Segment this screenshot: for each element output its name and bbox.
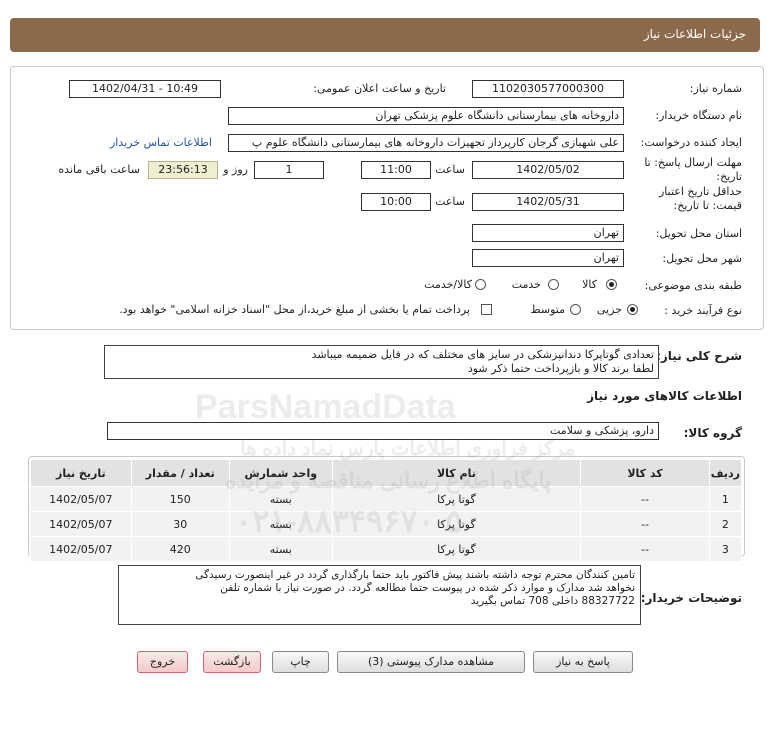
cell-name: گوتا پرکا bbox=[331, 486, 582, 512]
deadline-date-field[interactable]: 1402/05/02 bbox=[472, 161, 624, 179]
table-row[interactable]: 3 -- گوتا پرکا بسته 420 1402/05/07 bbox=[30, 536, 743, 562]
cell-qty: 30 bbox=[130, 511, 230, 537]
announce-label: تاریخ و ساعت اعلان عمومی: bbox=[313, 82, 446, 95]
city-field[interactable]: تهران bbox=[472, 249, 624, 267]
province-field[interactable]: تهران bbox=[472, 224, 624, 242]
table-row[interactable]: 2 -- گوتا پرکا بسته 30 1402/05/07 bbox=[30, 511, 743, 537]
cell-qty: 150 bbox=[130, 486, 230, 512]
goods-section-title: اطلاعات کالاهای مورد نیاز bbox=[587, 389, 742, 403]
treasury-payment-checkbox[interactable] bbox=[481, 304, 492, 315]
cell-code: -- bbox=[580, 511, 710, 537]
process-radio-minor[interactable] bbox=[627, 304, 638, 315]
buyer-org-label: نام دستگاه خریدار: bbox=[655, 109, 742, 122]
remaining-days-field[interactable]: 1 bbox=[254, 161, 324, 179]
buyer-contact-link[interactable]: اطلاعات تماس خریدار bbox=[110, 136, 212, 149]
process-option-minor: جزیی bbox=[596, 303, 622, 316]
goods-group-field[interactable]: دارو، پزشکی و سلامت bbox=[107, 422, 659, 440]
city-label: شهر محل تحویل: bbox=[662, 252, 742, 265]
col-code: کد کالا bbox=[580, 459, 710, 487]
description-line-2: لطفا برند کالا و بازپرداخت حتما ذکر شود bbox=[467, 362, 654, 375]
col-qty: تعداد / مقدار bbox=[130, 459, 230, 487]
cell-row: 2 bbox=[708, 511, 743, 537]
category-option-goods-service: کالا/خدمت bbox=[424, 278, 472, 291]
table-row[interactable]: 1 -- گوتا پرکا بسته 150 1402/05/07 bbox=[30, 486, 743, 512]
category-option-service: خدمت bbox=[511, 278, 541, 291]
goods-table-header: ردیف کد کالا نام کالا واحد شمارش تعداد /… bbox=[30, 459, 743, 487]
cell-unit: بسته bbox=[228, 486, 333, 512]
cell-row: 1 bbox=[708, 486, 743, 512]
cell-date: 1402/05/07 bbox=[30, 536, 132, 562]
validity-label: حداقل تاریخ اعتبار قیمت: تا تاریخ: bbox=[658, 185, 742, 212]
buyer-notes-line-3: 88327722 داخلی 708 تماس بگیرید bbox=[470, 595, 635, 607]
print-button[interactable]: چاپ bbox=[272, 651, 329, 673]
category-label: طبقه بندی موضوعی: bbox=[644, 279, 742, 292]
back-button[interactable]: بازگشت bbox=[203, 651, 261, 673]
buyer-org-field[interactable]: داروخانه های بیمارستانی دانشگاه علوم پزش… bbox=[228, 107, 624, 125]
cell-name: گوتا پرکا bbox=[331, 536, 582, 562]
reply-button[interactable]: پاسخ به نیاز bbox=[533, 651, 633, 673]
province-label: استان محل تحویل: bbox=[655, 227, 742, 240]
need-number-label: شماره نیاز: bbox=[689, 82, 742, 95]
goods-group-label: گروه کالا: bbox=[683, 426, 742, 440]
remaining-label: ساعت باقی مانده bbox=[58, 163, 140, 176]
category-radio-goods-service[interactable] bbox=[475, 279, 486, 290]
page-header: جزئیات اطلاعات نیاز bbox=[10, 18, 760, 52]
creator-label: ایجاد کننده درخواست: bbox=[640, 136, 742, 149]
buyer-notes-label: توضیحات خریدار: bbox=[640, 591, 742, 605]
process-label: نوع فرآیند خرید : bbox=[664, 304, 742, 317]
category-radio-goods[interactable] bbox=[606, 279, 617, 290]
buyer-notes-line-2: نخواهد شد مدارک و موارد ذکر شده در پیوست… bbox=[220, 582, 635, 594]
cell-name: گوتا پرکا bbox=[331, 511, 582, 537]
exit-button[interactable]: خروج bbox=[137, 651, 188, 673]
col-row: ردیف bbox=[708, 459, 743, 487]
remaining-timer: 23:56:13 bbox=[148, 161, 218, 179]
cell-date: 1402/05/07 bbox=[30, 511, 132, 537]
attachments-button[interactable]: مشاهده مدارک پیوستی (3) bbox=[337, 651, 525, 673]
cell-date: 1402/05/07 bbox=[30, 486, 132, 512]
goods-table: ردیف کد کالا نام کالا واحد شمارش تعداد /… bbox=[30, 459, 743, 562]
description-box[interactable]: تعدادی گوتاپرکا دندانپزشکی در سایز های م… bbox=[104, 345, 659, 379]
col-unit: واحد شمارش bbox=[228, 459, 333, 487]
cell-code: -- bbox=[580, 536, 710, 562]
validity-date-field[interactable]: 1402/05/31 bbox=[472, 193, 624, 211]
deadline-time-field[interactable]: 11:00 bbox=[361, 161, 431, 179]
need-number-field[interactable]: 1102030577000300 bbox=[472, 80, 624, 98]
deadline-time-label: ساعت bbox=[435, 163, 465, 176]
col-name: نام کالا bbox=[331, 459, 582, 487]
category-radio-service[interactable] bbox=[548, 279, 559, 290]
announce-date-field[interactable]: 1402/04/31 - 10:49 bbox=[69, 80, 221, 98]
description-label: شرح کلی نیاز: bbox=[656, 349, 742, 363]
process-option-medium: متوسط bbox=[530, 303, 565, 316]
process-radio-medium[interactable] bbox=[570, 304, 581, 315]
buyer-notes-line-1: تامین کنندگان محترم توجه داشته باشند پیش… bbox=[195, 569, 635, 581]
description-line-1: تعدادی گوتاپرکا دندانپزشکی در سایز های م… bbox=[311, 348, 654, 361]
cell-unit: بسته bbox=[228, 536, 333, 562]
treasury-payment-note: پرداخت تمام یا بخشی از مبلغ خرید،از محل … bbox=[119, 303, 470, 316]
cell-code: -- bbox=[580, 486, 710, 512]
validity-time-field[interactable]: 10:00 bbox=[361, 193, 431, 211]
cell-row: 3 bbox=[708, 536, 743, 562]
page-title: جزئیات اطلاعات نیاز bbox=[643, 27, 746, 41]
creator-field[interactable]: علی شهبازی گرجان کارپرداز تجهیزات داروخا… bbox=[228, 134, 624, 152]
cell-unit: بسته bbox=[228, 511, 333, 537]
validity-time-label: ساعت bbox=[435, 195, 465, 208]
cell-qty: 420 bbox=[130, 536, 230, 562]
deadline-label: مهلت ارسال پاسخ: تا تاریخ: bbox=[644, 156, 742, 183]
buyer-notes-box[interactable]: تامین کنندگان محترم توجه داشته باشند پیش… bbox=[118, 565, 641, 625]
category-option-goods: کالا bbox=[582, 278, 597, 291]
days-label: روز و bbox=[223, 163, 248, 176]
col-date: تاریخ نیاز bbox=[30, 459, 132, 487]
